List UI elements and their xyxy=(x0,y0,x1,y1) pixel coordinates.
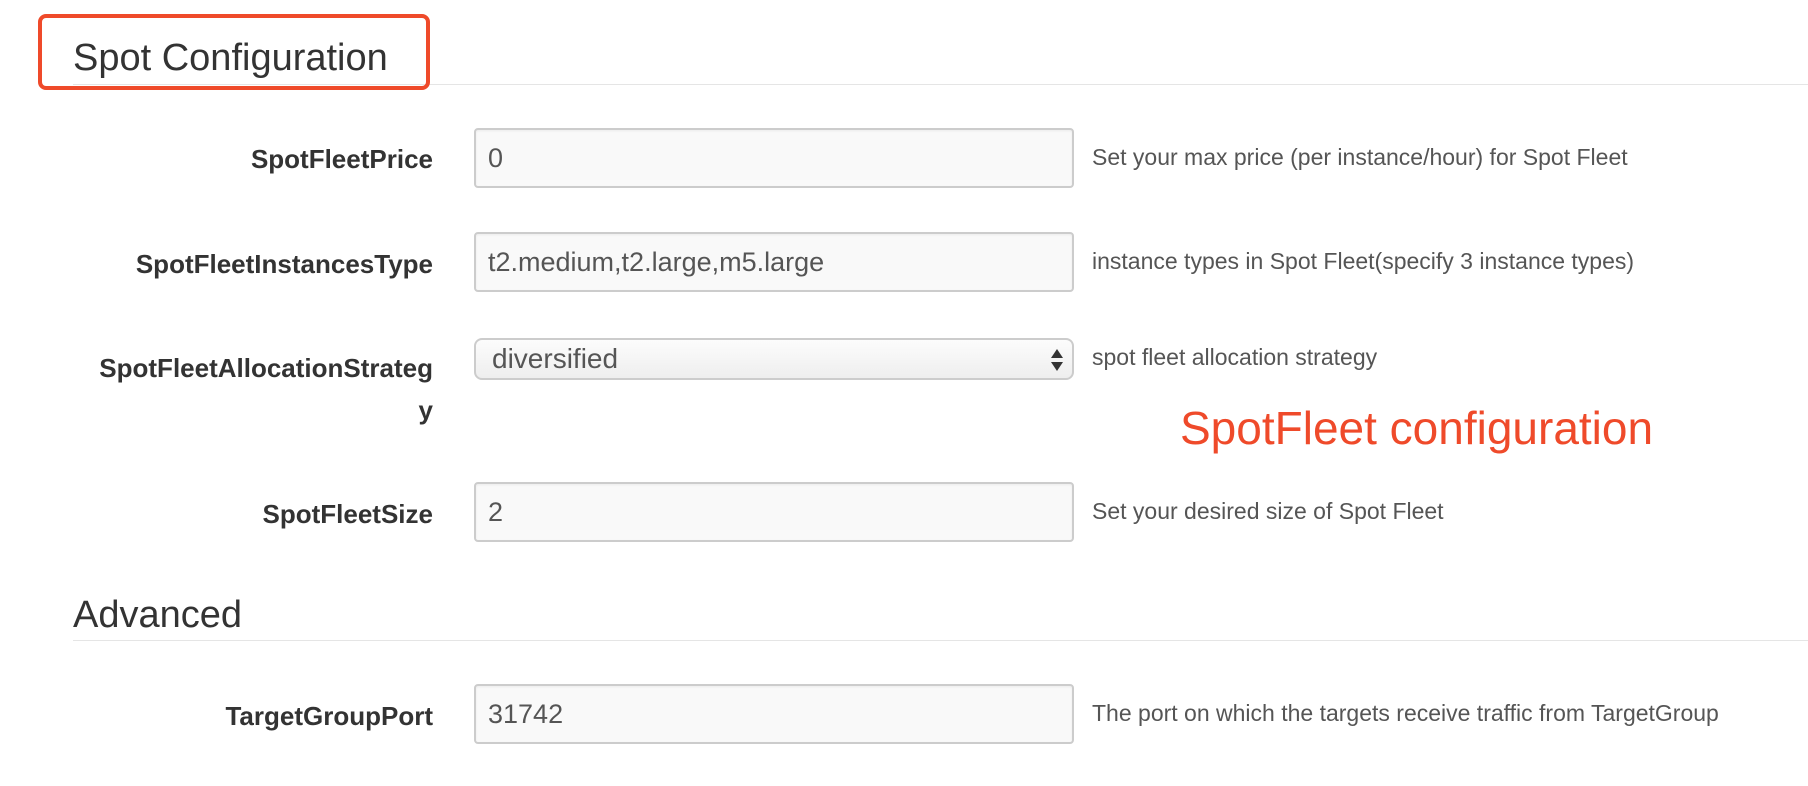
target-group-port-input[interactable] xyxy=(474,684,1074,744)
target-group-port-label: TargetGroupPort xyxy=(225,701,433,731)
select-updown-icon xyxy=(1051,349,1063,371)
advanced-heading: Advanced xyxy=(73,594,243,636)
spot-fleet-size-label: SpotFleetSize xyxy=(262,499,433,529)
spot-fleet-price-input[interactable] xyxy=(474,128,1074,188)
spot-fleet-allocation-strategy-label-wrap: y xyxy=(418,395,433,425)
heading-highlight-box xyxy=(38,14,430,90)
spot-fleet-allocation-strategy-label: SpotFleetAllocationStrateg xyxy=(99,353,433,383)
spot-configuration-form: Spot Configuration SpotFleetPrice Set yo… xyxy=(0,0,1808,786)
spotfleet-configuration-annotation: SpotFleet configuration xyxy=(1180,402,1654,454)
spot-fleet-allocation-strategy-selected-value: diversified xyxy=(492,343,619,374)
spot-fleet-instances-type-input[interactable] xyxy=(474,232,1074,292)
spot-fleet-instances-type-help: instance types in Spot Fleet(specify 3 i… xyxy=(1092,248,1635,274)
spot-fleet-allocation-strategy-help: spot fleet allocation strategy xyxy=(1092,344,1378,370)
spot-fleet-size-input[interactable] xyxy=(474,482,1074,542)
spot-fleet-instances-type-label: SpotFleetInstancesType xyxy=(135,249,433,279)
advanced-divider xyxy=(73,640,1808,641)
spot-fleet-price-help: Set your max price (per instance/hour) f… xyxy=(1092,144,1628,170)
spot-fleet-size-help: Set your desired size of Spot Fleet xyxy=(1092,498,1444,524)
spot-fleet-allocation-strategy-select[interactable]: diversified xyxy=(474,338,1074,380)
spot-fleet-price-label: SpotFleetPrice xyxy=(250,144,433,174)
target-group-port-help: The port on which the targets receive tr… xyxy=(1092,700,1719,726)
